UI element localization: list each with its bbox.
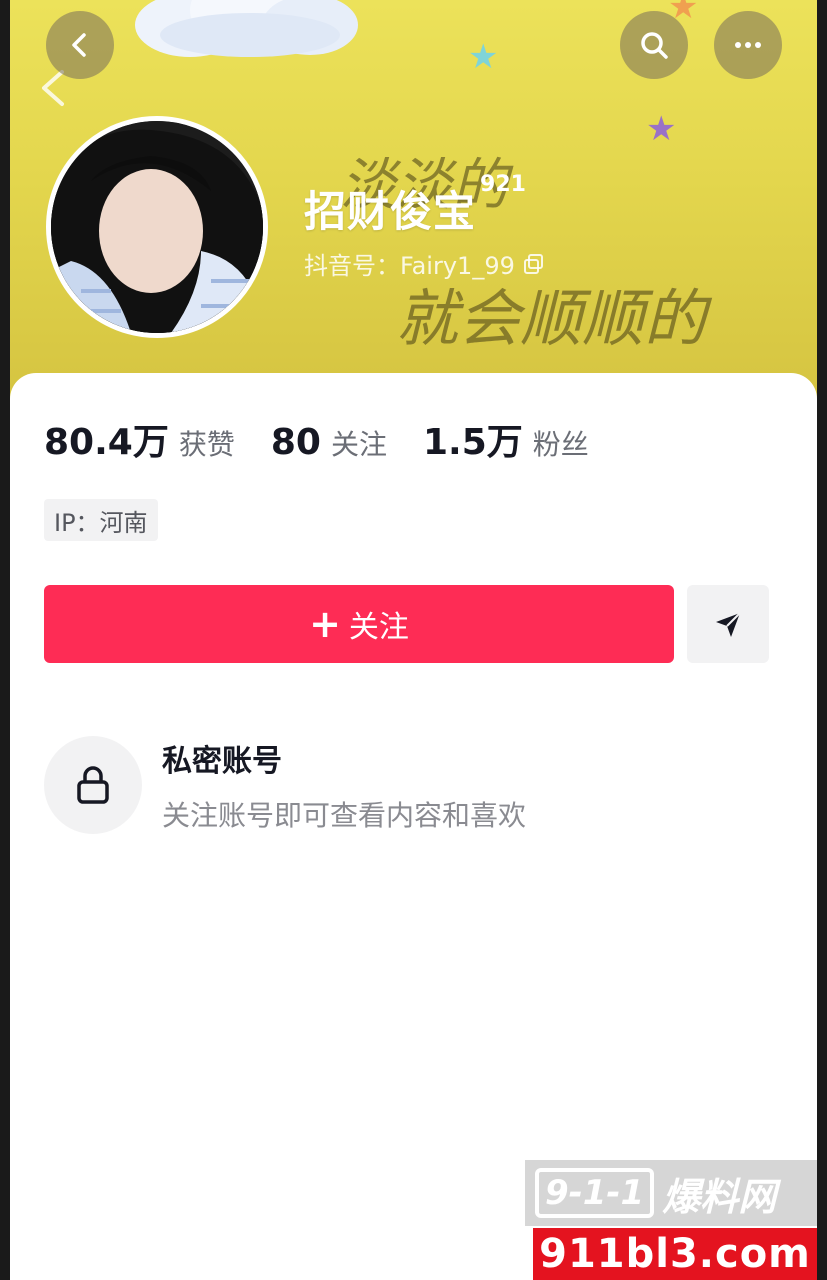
lock-badge xyxy=(44,736,142,834)
watermark-top: 9-1-1 爆料网 xyxy=(525,1160,817,1226)
stat-label: 粉丝 xyxy=(532,428,589,461)
level-badge: 921 xyxy=(480,172,526,197)
follow-label: 关注 xyxy=(348,610,409,645)
private-title: 私密账号 xyxy=(162,744,282,779)
profile-banner: ★ ★ ★ 淡淡的 就会顺顺的 招财俊宝 921 抖音号：Fairy1_99 xyxy=(10,0,817,400)
star-decoration: ★ xyxy=(646,109,677,149)
plus-icon: + xyxy=(309,602,341,646)
search-button[interactable] xyxy=(620,11,688,79)
stat-followers[interactable]: 1.5万 粉丝 xyxy=(423,413,589,465)
copy-icon[interactable] xyxy=(523,253,545,275)
stats-row: 80.4万 获赞 80 关注 1.5万 粉丝 xyxy=(44,413,625,465)
watermark: 9-1-1 爆料网 911bl3.com xyxy=(525,1160,817,1280)
back-button[interactable] xyxy=(46,11,114,79)
avatar-image xyxy=(51,121,263,333)
stat-value: 80.4万 xyxy=(44,422,169,463)
back-icon xyxy=(72,33,86,57)
share-button[interactable] xyxy=(687,585,769,663)
cloud-decoration xyxy=(135,0,358,57)
follow-button[interactable]: + 关注 xyxy=(44,585,674,663)
profile-name: 招财俊宝 xyxy=(304,187,477,236)
private-account-notice: 私密账号 关注账号即可查看内容和喜欢 xyxy=(44,736,526,834)
avatar[interactable] xyxy=(46,116,268,338)
watermark-domain: 911bl3.com xyxy=(533,1228,817,1280)
watermark-cn: 爆料网 xyxy=(662,1174,777,1219)
watermark-box: 9-1-1 xyxy=(535,1168,655,1218)
stat-value: 1.5万 xyxy=(422,422,523,463)
private-text: 私密账号 关注账号即可查看内容和喜欢 xyxy=(162,736,526,834)
share-icon xyxy=(716,612,741,637)
account-id[interactable]: 抖音号：Fairy1_99 xyxy=(304,246,545,281)
account-id-text: 抖音号：Fairy1_99 xyxy=(304,252,515,280)
stat-value: 80 xyxy=(270,422,321,463)
star-decoration: ★ xyxy=(468,37,499,77)
profile-card: 80.4万 获赞 80 关注 1.5万 粉丝 IP：河南 + 关注 私密账号 关… xyxy=(10,373,817,1280)
banner-handwriting: 就会顺顺的 xyxy=(396,282,707,355)
ip-location-badge: IP：河南 xyxy=(44,499,158,541)
stat-label: 关注 xyxy=(330,428,387,461)
more-icon xyxy=(735,42,761,48)
stat-label: 获赞 xyxy=(178,428,235,461)
stat-following[interactable]: 80 关注 xyxy=(271,422,387,463)
more-button[interactable] xyxy=(714,11,782,79)
profile-screen: ★ ★ ★ 淡淡的 就会顺顺的 招财俊宝 921 抖音号：Fairy1_99 8… xyxy=(10,0,817,1280)
private-subtitle: 关注账号即可查看内容和喜欢 xyxy=(162,799,527,832)
lock-icon xyxy=(77,766,109,804)
profile-name-row: 招财俊宝 921 xyxy=(304,172,526,239)
search-icon xyxy=(641,32,668,59)
stat-likes[interactable]: 80.4万 获赞 xyxy=(44,413,235,465)
